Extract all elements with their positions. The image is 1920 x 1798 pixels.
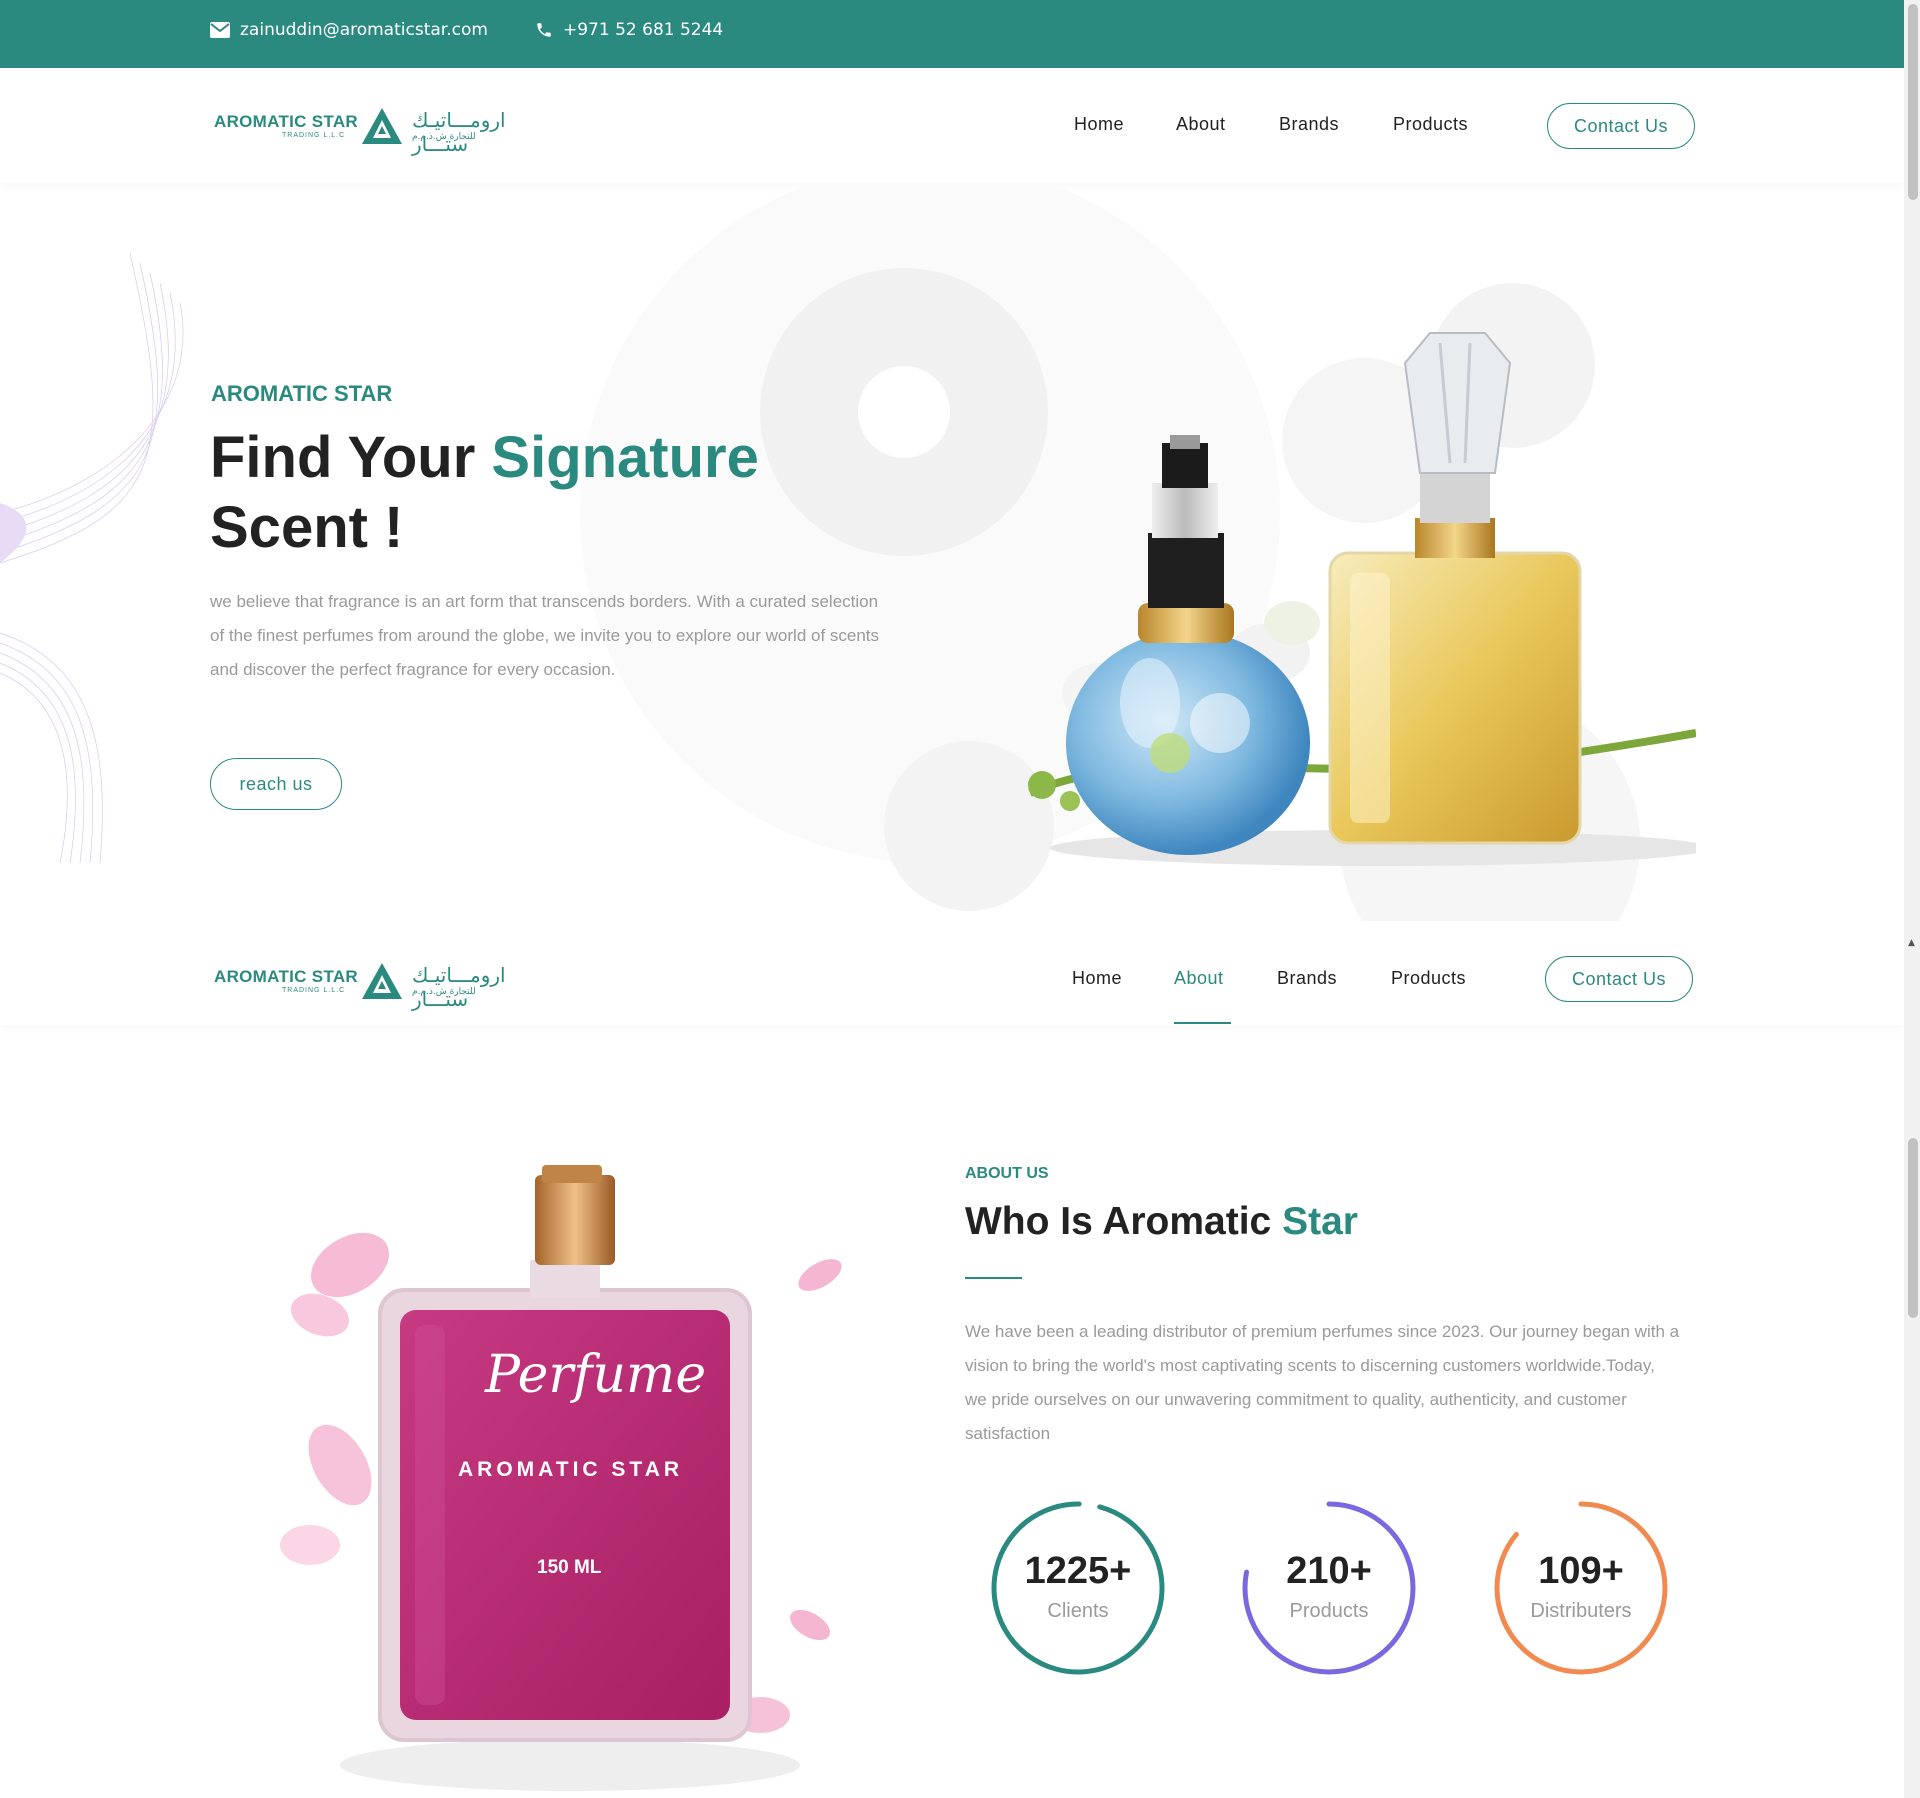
about-title-accent: Star xyxy=(1282,1200,1358,1243)
stat-products-label: Products xyxy=(1289,1600,1369,1622)
stat-clients-label: Clients xyxy=(1047,1600,1109,1622)
nav-products[interactable]: Products xyxy=(1393,114,1468,135)
stat-distributers-value: 109+ xyxy=(1538,1550,1624,1592)
logo-sub-ar: للتجارة ش.ذ.م.م xyxy=(412,132,476,142)
topbar-email[interactable]: zainuddin@aromaticstar.com xyxy=(210,20,488,40)
reach-us-button[interactable]: reach us xyxy=(210,758,342,810)
hero-title-part1: Find Your xyxy=(210,425,492,490)
page-scrollbar[interactable]: ▲ xyxy=(1904,0,1920,1798)
stat-distributers-label: Distributers xyxy=(1530,1600,1632,1622)
nav-home[interactable]: Home xyxy=(1074,114,1124,135)
topbar-phone[interactable]: +971 52 681 5244 xyxy=(535,20,723,40)
sticky-contact-us-button[interactable]: Contact Us xyxy=(1545,956,1693,1002)
sticky-nav-brands[interactable]: Brands xyxy=(1277,968,1337,989)
hero-title-accent: Signature xyxy=(491,425,759,490)
logo-name-en: AROMATIC STAR xyxy=(214,112,358,131)
hero-title: Find Your Signature Scent ! xyxy=(210,423,870,563)
scroll-up-arrow-icon[interactable]: ▲ xyxy=(1908,938,1915,948)
star-logo-icon xyxy=(362,108,402,144)
sticky-nav-home[interactable]: Home xyxy=(1072,968,1122,989)
about-title: Who Is Aromatic Star xyxy=(965,1200,1358,1244)
sticky-nav-about[interactable]: About xyxy=(1174,968,1224,989)
topbar-phone-text[interactable]: +971 52 681 5244 xyxy=(563,20,723,40)
sticky-header: AROMATIC STAR TRADING L.L.C ارومـــاتيـك… xyxy=(0,921,1904,1025)
hero-title-part2: Scent ! xyxy=(210,495,404,560)
active-nav-underline xyxy=(1174,1022,1231,1024)
stat-clients-value: 1225+ xyxy=(1024,1550,1132,1592)
stat-products-value: 210+ xyxy=(1286,1550,1372,1592)
about-title-divider xyxy=(965,1277,1022,1279)
sticky-logo-sub-ar: للتجارة ش.ذ.م.م xyxy=(412,987,476,997)
hero-section: AROMATIC STAR Find Your Signature Scent … xyxy=(0,183,1904,933)
bottle-volume-label: 150 ML xyxy=(537,1557,602,1578)
about-section: Perfume AROMATIC STAR 150 ML ABOUT US Wh… xyxy=(0,1025,1904,1798)
contact-us-button[interactable]: Contact Us xyxy=(1547,103,1695,149)
sticky-logo-sub-en: TRADING L.L.C xyxy=(282,987,346,994)
bottle-brand-label: AROMATIC STAR xyxy=(458,1458,684,1481)
scrollbar-thumb-top[interactable] xyxy=(1908,4,1918,200)
sticky-logo-name-en: AROMATIC STAR xyxy=(214,967,358,986)
nav-about[interactable]: About xyxy=(1176,114,1226,135)
bottle-script-label: Perfume xyxy=(485,1345,707,1405)
bg-circle-hole xyxy=(858,366,950,458)
about-description: We have been a leading distributor of pr… xyxy=(965,1322,1680,1443)
hero-description: we believe that fragrance is an art form… xyxy=(210,592,880,679)
logo-sub-en: TRADING L.L.C xyxy=(282,132,346,139)
phone-icon xyxy=(537,23,551,37)
sticky-brand-logo[interactable]: AROMATIC STAR TRADING L.L.C ارومـــاتيـك… xyxy=(212,953,552,1011)
about-eyebrow: ABOUT US xyxy=(965,1165,1049,1182)
stat-products: 210+ Products xyxy=(1241,1500,1417,1676)
nav-brands[interactable]: Brands xyxy=(1279,114,1339,135)
stat-clients: 1225+ Clients xyxy=(990,1500,1166,1676)
sticky-nav-products[interactable]: Products xyxy=(1391,968,1466,989)
perfume-bottles-image xyxy=(1028,332,1696,866)
envelope-icon xyxy=(210,22,230,38)
about-title-part1: Who Is Aromatic xyxy=(965,1200,1283,1243)
topbar-email-text[interactable]: zainuddin@aromaticstar.com xyxy=(240,20,488,40)
main-header: AROMATIC STAR TRADING L.L.C ارومـــاتيـك… xyxy=(0,68,1904,183)
stat-distributers: 109+ Distributers xyxy=(1493,1500,1669,1676)
contact-topbar: zainuddin@aromaticstar.com +971 52 681 5… xyxy=(0,0,1904,68)
wave-lines-decoration xyxy=(0,252,184,863)
hero-eyebrow: AROMATIC STAR xyxy=(211,381,393,406)
sticky-star-logo-icon xyxy=(362,963,402,999)
scrollbar-thumb[interactable] xyxy=(1908,1138,1918,1318)
brand-logo[interactable]: AROMATIC STAR TRADING L.L.C ارومـــاتيـك… xyxy=(212,98,552,156)
